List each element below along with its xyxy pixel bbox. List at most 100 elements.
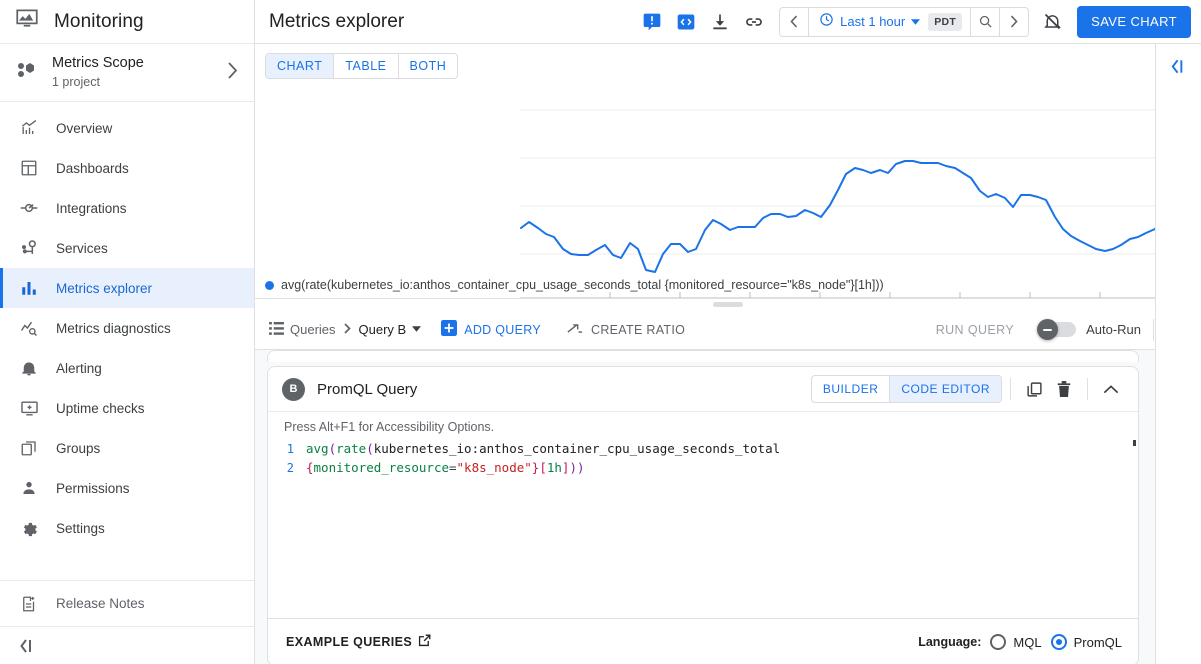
divider bbox=[1010, 378, 1011, 400]
sidebar-item-label: Settings bbox=[56, 521, 105, 536]
expand-panel-icon[interactable] bbox=[1169, 58, 1188, 664]
query-selector-dropdown[interactable]: Query B bbox=[359, 322, 422, 337]
auto-run-toggle[interactable] bbox=[1038, 322, 1076, 337]
bell-icon bbox=[18, 359, 40, 377]
release-notes-label: Release Notes bbox=[56, 596, 145, 611]
toggle-knob bbox=[1037, 319, 1058, 340]
bell-off-icon[interactable] bbox=[1035, 5, 1069, 39]
chart-line-icon bbox=[18, 119, 40, 138]
brand-header: Monitoring bbox=[0, 0, 254, 44]
chart-svg: 0.01454 0.01452 0.0145 0.01448 0.01446 U… bbox=[255, 44, 1201, 298]
radio-promql[interactable] bbox=[1051, 634, 1067, 650]
run-query-button[interactable]: RUN QUERY bbox=[936, 323, 1014, 337]
sidebar-item-integrations[interactable]: Integrations bbox=[0, 188, 254, 228]
current-query-label: Query B bbox=[359, 322, 407, 337]
metrics-scope-selector[interactable]: Metrics Scope 1 project bbox=[0, 44, 254, 102]
sidebar-item-permissions[interactable]: Permissions bbox=[0, 468, 254, 508]
editor-mode-toggle: BUILDER CODE EDITOR bbox=[811, 375, 1002, 403]
legend-color-dot bbox=[265, 281, 274, 290]
example-queries-link[interactable]: EXAMPLE QUERIES bbox=[286, 634, 431, 650]
chevron-right-icon bbox=[227, 62, 242, 84]
app-root: Monitoring Metrics Scope 1 project bbox=[0, 0, 1201, 664]
query-card-footer: EXAMPLE QUERIES Language: MQL bbox=[268, 618, 1138, 664]
code-token: ) bbox=[569, 460, 577, 475]
save-chart-button[interactable]: SAVE CHART bbox=[1077, 6, 1191, 38]
scope-text: Metrics Scope 1 project bbox=[52, 54, 213, 91]
code-text: avg(rate(kubernetes_io:anthos_container_… bbox=[294, 440, 780, 459]
scope-subtitle: 1 project bbox=[52, 73, 213, 91]
person-icon bbox=[18, 479, 40, 497]
plus-square-icon bbox=[441, 320, 457, 339]
gear-icon bbox=[18, 519, 40, 537]
panel-resize-handle[interactable] bbox=[713, 302, 743, 307]
breadcrumb-chevron-right-icon bbox=[338, 322, 357, 337]
code-icon[interactable] bbox=[669, 5, 703, 39]
monitor-icon bbox=[18, 399, 40, 418]
radio-mql[interactable] bbox=[990, 634, 1006, 650]
sidebar-item-alerting[interactable]: Alerting bbox=[0, 348, 254, 388]
tab-both[interactable]: BOTH bbox=[399, 54, 458, 78]
code-token: { bbox=[306, 460, 314, 475]
time-range-dropdown[interactable]: Last 1 hour PDT bbox=[809, 8, 970, 36]
code-token: "k8s_node" bbox=[457, 460, 532, 475]
add-query-button[interactable]: ADD QUERY bbox=[441, 320, 541, 339]
time-next-button[interactable] bbox=[1000, 8, 1028, 36]
tab-builder[interactable]: BUILDER bbox=[812, 376, 891, 402]
release-notes-link[interactable]: Release Notes bbox=[0, 580, 254, 626]
download-icon[interactable] bbox=[703, 5, 737, 39]
queries-menu-button[interactable]: Queries bbox=[269, 322, 336, 338]
language-option-promql[interactable]: PromQL bbox=[1051, 634, 1122, 650]
divider bbox=[1087, 378, 1088, 400]
sidebar-item-metrics-diagnostics[interactable]: Metrics diagnostics bbox=[0, 308, 254, 348]
collapse-sidebar-button[interactable] bbox=[0, 626, 254, 664]
auto-run-label: Auto-Run bbox=[1086, 322, 1141, 337]
ratio-arrow-icon bbox=[567, 322, 583, 338]
top-toolbar: Metrics explorer bbox=[255, 0, 1201, 44]
query-card-behind bbox=[267, 350, 1139, 362]
tab-chart[interactable]: CHART bbox=[266, 54, 334, 78]
chevron-up-icon[interactable] bbox=[1096, 374, 1126, 404]
tab-code-editor[interactable]: CODE EDITOR bbox=[890, 376, 1001, 402]
sidebar-nav: Overview Dashboards Integrations bbox=[0, 102, 254, 580]
trash-icon[interactable] bbox=[1049, 374, 1079, 404]
language-selector: Language: MQL PromQL bbox=[918, 634, 1122, 650]
sidebar-item-label: Services bbox=[56, 241, 108, 256]
chevron-down-icon bbox=[412, 325, 421, 334]
tab-table[interactable]: TABLE bbox=[334, 54, 398, 78]
editor-scrollbar[interactable] bbox=[1133, 440, 1136, 446]
code-token: ( bbox=[366, 441, 374, 456]
language-option-mql[interactable]: MQL bbox=[990, 634, 1041, 650]
sidebar-item-settings[interactable]: Settings bbox=[0, 508, 254, 548]
promql-code-editor[interactable]: Press Alt+F1 for Accessibility Options. … bbox=[268, 411, 1138, 618]
code-token: 1h bbox=[547, 460, 562, 475]
sidebar-item-label: Overview bbox=[56, 121, 112, 136]
sidebar-item-overview[interactable]: Overview bbox=[0, 108, 254, 148]
queries-label: Queries bbox=[290, 322, 336, 337]
legend-label: avg(rate(kubernetes_io:anthos_container_… bbox=[281, 278, 884, 292]
code-token: = bbox=[449, 460, 457, 475]
sidebar-item-dashboards[interactable]: Dashboards bbox=[0, 148, 254, 188]
example-queries-label: EXAMPLE QUERIES bbox=[286, 635, 412, 649]
chart-panel: 0.01454 0.01452 0.0145 0.01448 0.01446 U… bbox=[255, 44, 1201, 298]
query-card-header: B PromQL Query BUILDER CODE EDITOR bbox=[268, 367, 1138, 411]
duplicate-icon[interactable] bbox=[1019, 374, 1049, 404]
sidebar-item-label: Alerting bbox=[56, 361, 102, 376]
code-token: monitored_resource bbox=[314, 460, 449, 475]
create-ratio-label: CREATE RATIO bbox=[591, 323, 685, 337]
create-ratio-button[interactable]: CREATE RATIO bbox=[567, 322, 685, 338]
language-label: Language: bbox=[918, 635, 981, 649]
sidebar-item-services[interactable]: Services bbox=[0, 228, 254, 268]
sidebar-item-groups[interactable]: Groups bbox=[0, 428, 254, 468]
zoom-out-icon[interactable] bbox=[971, 8, 999, 36]
time-prev-button[interactable] bbox=[780, 8, 808, 36]
sidebar-item-label: Metrics diagnostics bbox=[56, 321, 171, 336]
chart-legend[interactable]: avg(rate(kubernetes_io:anthos_container_… bbox=[265, 278, 884, 292]
feedback-icon[interactable] bbox=[635, 5, 669, 39]
code-token: avg bbox=[306, 441, 329, 456]
sidebar-item-uptime-checks[interactable]: Uptime checks bbox=[0, 388, 254, 428]
groups-icon bbox=[18, 439, 40, 457]
monitoring-logo-icon bbox=[14, 6, 40, 37]
sidebar-item-metrics-explorer[interactable]: Metrics explorer bbox=[0, 268, 254, 308]
chart-series-line bbox=[521, 161, 1201, 272]
link-icon[interactable] bbox=[737, 5, 771, 39]
